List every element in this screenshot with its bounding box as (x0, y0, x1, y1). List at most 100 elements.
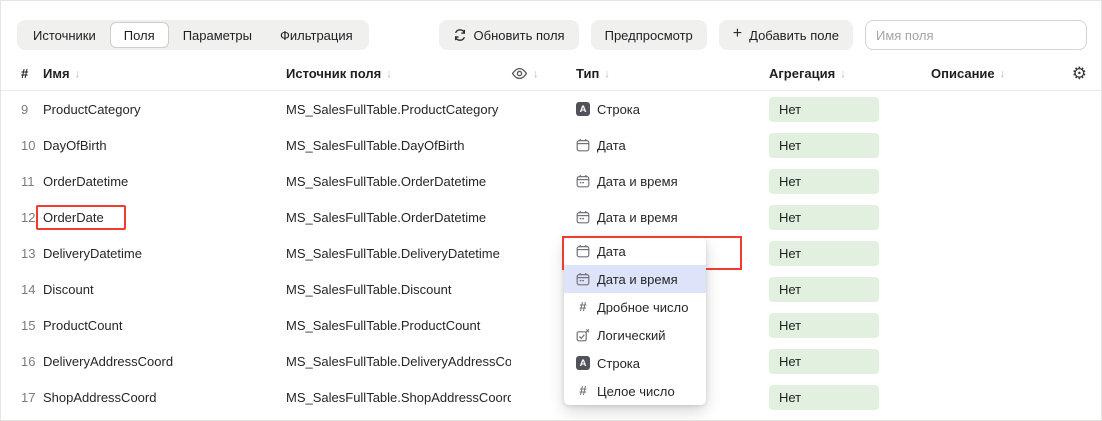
column-header-source[interactable]: Источник поля↓ (286, 66, 511, 81)
row-index: 10 (21, 138, 43, 153)
field-aggregation-cell[interactable]: Нет (769, 205, 931, 230)
field-aggregation-cell[interactable]: Нет (769, 277, 931, 302)
type-option[interactable]: Логический (564, 321, 706, 349)
type-option[interactable]: Дата и время (564, 265, 706, 293)
tab-filtering[interactable]: Фильтрация (266, 22, 367, 48)
field-source-cell: MS_SalesFullTable.ProductCategory (286, 102, 511, 117)
type-option[interactable]: # Дробное число (564, 293, 706, 321)
type-option-icon (576, 272, 590, 286)
table-row: 13 DeliveryDatetime MS_SalesFullTable.De… (1, 235, 1101, 271)
field-name-search-input[interactable] (865, 20, 1087, 50)
type-option-icon: # (576, 384, 590, 398)
row-index: 9 (21, 102, 43, 117)
field-type-cell[interactable]: Дата и время (576, 174, 769, 189)
column-header-name[interactable]: Имя↓ (43, 66, 286, 81)
type-option-icon (576, 244, 590, 258)
sort-arrow-icon: ↓ (386, 68, 392, 80)
preview-button[interactable]: Предпросмотр (591, 20, 707, 50)
table-row: 9 ProductCategory MS_SalesFullTable.Prod… (1, 91, 1101, 127)
field-name-cell[interactable]: OrderDate (43, 205, 286, 230)
field-aggregation-cell[interactable]: Нет (769, 133, 931, 158)
column-header-visibility[interactable]: ↓ (511, 65, 576, 82)
field-aggregation-cell[interactable]: Нет (769, 385, 931, 410)
plus-icon: + (733, 26, 742, 42)
toolbar-actions: Обновить поля Предпросмотр + Добавить по… (439, 20, 1087, 50)
row-index: 16 (21, 354, 43, 369)
field-name-cell[interactable]: DeliveryAddressCoord (43, 354, 286, 369)
aggregation-badge: Нет (769, 97, 879, 122)
type-icon (576, 210, 590, 224)
column-header-aggregation[interactable]: Агрегация↓ (769, 66, 931, 81)
field-source-cell: MS_SalesFullTable.Discount (286, 282, 511, 297)
field-aggregation-cell[interactable]: Нет (769, 169, 931, 194)
tab-parameters[interactable]: Параметры (169, 22, 266, 48)
eye-icon (511, 65, 528, 82)
table-row: 11 OrderDatetime MS_SalesFullTable.Order… (1, 163, 1101, 199)
table-row: 14 Discount MS_SalesFullTable.Discount Н… (1, 271, 1101, 307)
field-aggregation-cell[interactable]: Нет (769, 97, 931, 122)
sort-arrow-icon: ↓ (1000, 68, 1006, 80)
type-select-dropdown: Дата Дата и время # Дробное число Логиче… (564, 237, 706, 405)
field-name-cell[interactable]: Discount (43, 282, 286, 297)
column-header-index: # (21, 66, 43, 81)
type-option[interactable]: # Целое число (564, 377, 706, 405)
aggregation-badge: Нет (769, 385, 879, 410)
sort-arrow-icon: ↓ (604, 68, 610, 80)
field-name-cell[interactable]: ProductCategory (43, 102, 286, 117)
field-source-cell: MS_SalesFullTable.DeliveryAddressCoord (286, 354, 511, 369)
table-row: 17 ShopAddressCoord MS_SalesFullTable.Sh… (1, 379, 1101, 415)
preview-label: Предпросмотр (605, 28, 693, 43)
refresh-icon (453, 28, 467, 42)
field-source-cell: MS_SalesFullTable.OrderDatetime (286, 174, 511, 189)
row-index: 15 (21, 318, 43, 333)
tab-fields[interactable]: Поля (110, 22, 169, 48)
table-header: # Имя↓ Источник поля↓ ↓ Тип↓ Агрегация↓ … (1, 57, 1101, 91)
dataset-fields-editor: Источники Поля Параметры Фильтрация Обно… (0, 0, 1102, 421)
type-option[interactable]: A Строка (564, 349, 706, 377)
table-row: 15 ProductCount MS_SalesFullTable.Produc… (1, 307, 1101, 343)
add-field-button[interactable]: + Добавить поле (719, 20, 853, 50)
sort-arrow-icon: ↓ (840, 68, 846, 80)
type-option-icon (576, 328, 590, 342)
field-type-cell[interactable]: A Строка (576, 102, 769, 117)
row-index: 14 (21, 282, 43, 297)
field-name-cell[interactable]: OrderDatetime (43, 174, 286, 189)
row-index: 11 (21, 174, 43, 189)
type-icon (576, 174, 590, 188)
aggregation-badge: Нет (769, 169, 879, 194)
field-name-cell[interactable]: ShopAddressCoord (43, 390, 286, 405)
column-header-type[interactable]: Тип↓ (576, 66, 769, 81)
row-index: 13 (21, 246, 43, 261)
field-source-cell: MS_SalesFullTable.DeliveryDatetime (286, 246, 511, 261)
type-option[interactable]: Дата (564, 237, 706, 265)
field-name-cell[interactable]: DeliveryDatetime (43, 246, 286, 261)
sort-arrow-icon: ↓ (533, 68, 539, 80)
sort-arrow-icon: ↓ (75, 68, 81, 80)
field-name-cell[interactable]: DayOfBirth (43, 138, 286, 153)
aggregation-badge: Нет (769, 241, 879, 266)
table-settings-gear-icon[interactable]: ⚙ (1072, 64, 1101, 84)
type-icon (576, 138, 590, 152)
field-type-cell[interactable]: Дата и время (576, 210, 769, 225)
field-aggregation-cell[interactable]: Нет (769, 241, 931, 266)
refresh-fields-label: Обновить поля (474, 28, 565, 43)
field-source-cell: MS_SalesFullTable.ProductCount (286, 318, 511, 333)
field-type-cell[interactable]: Дата (576, 138, 769, 153)
type-icon: A (576, 102, 590, 116)
tab-sources[interactable]: Источники (19, 22, 110, 48)
field-aggregation-cell[interactable]: Нет (769, 349, 931, 374)
field-source-cell: MS_SalesFullTable.OrderDatetime (286, 210, 511, 225)
aggregation-badge: Нет (769, 205, 879, 230)
table-row: 12 OrderDate MS_SalesFullTable.OrderDate… (1, 199, 1101, 235)
field-name-cell[interactable]: ProductCount (43, 318, 286, 333)
field-aggregation-cell[interactable]: Нет (769, 313, 931, 338)
aggregation-badge: Нет (769, 277, 879, 302)
column-header-description[interactable]: Описание↓ (931, 66, 1061, 81)
field-source-cell: MS_SalesFullTable.ShopAddressCoord (286, 390, 511, 405)
aggregation-badge: Нет (769, 313, 879, 338)
refresh-fields-button[interactable]: Обновить поля (439, 20, 579, 50)
type-option-icon: A (576, 356, 590, 370)
aggregation-badge: Нет (769, 133, 879, 158)
section-tabs: Источники Поля Параметры Фильтрация (17, 20, 369, 50)
toolbar: Источники Поля Параметры Фильтрация Обно… (1, 1, 1101, 57)
